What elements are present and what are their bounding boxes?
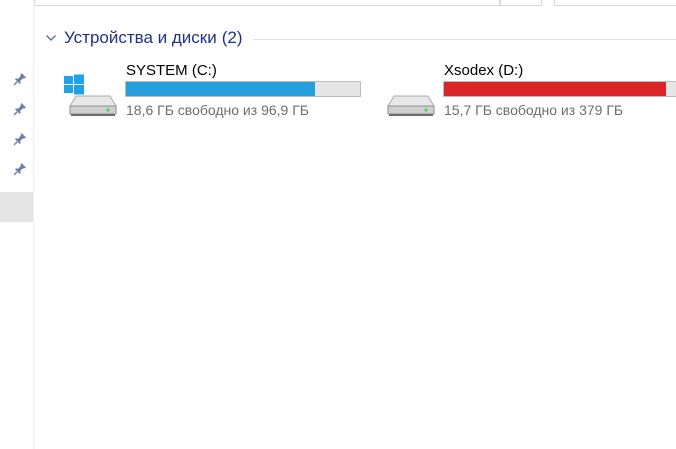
group-header-devices[interactable]: Устройства и диски (2) — [44, 26, 676, 50]
drive-usage-fill — [444, 82, 667, 96]
toolbar-strip — [0, 0, 676, 6]
address-bar[interactable] — [34, 0, 500, 6]
drive-usage-fill — [126, 82, 316, 96]
pin-icon[interactable] — [13, 102, 27, 116]
windows-system-drive-icon — [62, 74, 118, 118]
refresh-button[interactable] — [500, 0, 542, 6]
group-divider — [252, 38, 676, 40]
nav-item-selected[interactable] — [0, 192, 33, 222]
drive-tile-xsodex[interactable]: Xsodex (D:) 15,7 ГБ свободно из 379 ГБ — [378, 58, 676, 122]
drive-usage-bar — [443, 81, 676, 97]
pin-icon[interactable] — [13, 132, 27, 146]
pin-icon[interactable] — [13, 162, 27, 176]
chevron-down-icon[interactable] — [44, 31, 58, 45]
navigation-pane — [0, 6, 34, 449]
search-input[interactable] — [554, 0, 676, 6]
drive-name: Xsodex (D:) — [444, 62, 524, 79]
group-title: Устройства и диски — [64, 28, 217, 47]
pin-icon[interactable] — [13, 72, 27, 86]
drive-free-space: 15,7 ГБ свободно из 379 ГБ — [444, 102, 624, 118]
drive-tile-system[interactable]: SYSTEM (C:) 18,6 ГБ свободно из 96,9 ГБ — [60, 58, 364, 122]
drive-usage-bar — [125, 81, 361, 97]
drive-free-space: 18,6 ГБ свободно из 96,9 ГБ — [126, 102, 309, 118]
hard-drive-icon — [380, 74, 436, 118]
drive-name: SYSTEM (C:) — [126, 62, 217, 79]
group-count: (2) — [221, 28, 243, 47]
